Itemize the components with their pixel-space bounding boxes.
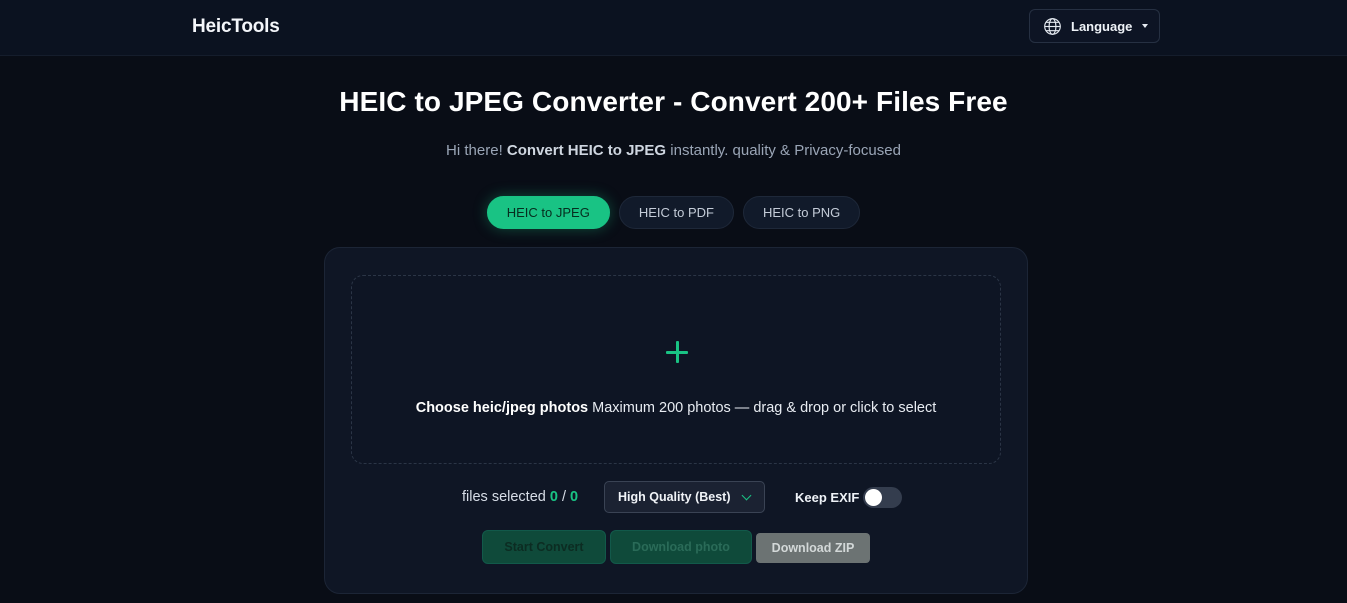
converter-tabs: HEIC to JPEG HEIC to PDF HEIC to PNG bbox=[0, 196, 1347, 229]
language-button[interactable]: Language bbox=[1029, 9, 1160, 43]
download-zip-button[interactable]: Download ZIP bbox=[756, 533, 870, 563]
chevron-down-icon bbox=[741, 490, 752, 501]
converter-panel: Choose heic/jpeg photos Maximum 200 phot… bbox=[324, 247, 1028, 594]
dropzone-hint: Maximum 200 photos — drag & drop or clic… bbox=[588, 400, 937, 416]
dropzone-text: Choose heic/jpeg photos Maximum 200 phot… bbox=[352, 400, 1000, 416]
tab-heic-to-pdf[interactable]: HEIC to PDF bbox=[618, 196, 734, 229]
page-subtitle: Hi there! Convert HEIC to JPEG instantly… bbox=[0, 142, 1347, 159]
subtitle-bold: Convert HEIC to JPEG bbox=[506, 142, 667, 159]
tab-heic-to-jpeg[interactable]: HEIC to JPEG bbox=[486, 196, 610, 229]
file-dropzone[interactable]: Choose heic/jpeg photos Maximum 200 phot… bbox=[351, 275, 1001, 464]
selected-count: 0 bbox=[549, 489, 558, 505]
total-count: 0 bbox=[569, 489, 579, 505]
toggle-knob bbox=[865, 489, 882, 506]
download-photo-button[interactable]: Download photo bbox=[610, 530, 752, 564]
tab-heic-to-png[interactable]: HEIC to PNG bbox=[742, 196, 861, 229]
quality-select[interactable]: High Quality (Best) bbox=[604, 481, 765, 513]
count-separator: / bbox=[561, 489, 566, 505]
page-title: HEIC to JPEG Converter - Convert 200+ Fi… bbox=[339, 86, 1008, 117]
dropzone-bold-text: Choose heic/jpeg photos bbox=[415, 400, 589, 416]
files-selected-counter: files selected 0/0 bbox=[462, 489, 578, 505]
quality-value: High Quality (Best) bbox=[618, 490, 731, 504]
keep-exif-toggle[interactable] bbox=[863, 487, 902, 508]
globe-icon bbox=[1044, 17, 1061, 35]
subtitle-prefix: Hi there! bbox=[446, 142, 507, 159]
caret-down-icon bbox=[1142, 24, 1149, 28]
plus-icon bbox=[665, 340, 689, 364]
keep-exif-label: Keep EXIF bbox=[795, 490, 860, 505]
language-label: Language bbox=[1071, 18, 1133, 34]
subtitle-suffix: instantly. quality & Privacy-focused bbox=[666, 142, 901, 159]
options-bar: files selected 0/0 High Quality (Best) K… bbox=[325, 481, 1027, 513]
top-navbar: HeicTools Language bbox=[0, 0, 1347, 56]
start-convert-button[interactable]: Start Convert bbox=[482, 530, 606, 564]
brand-logo[interactable]: HeicTools bbox=[192, 16, 280, 38]
action-buttons: Start Convert Download photo Download ZI… bbox=[325, 530, 1027, 564]
files-selected-label: files selected bbox=[462, 489, 550, 505]
